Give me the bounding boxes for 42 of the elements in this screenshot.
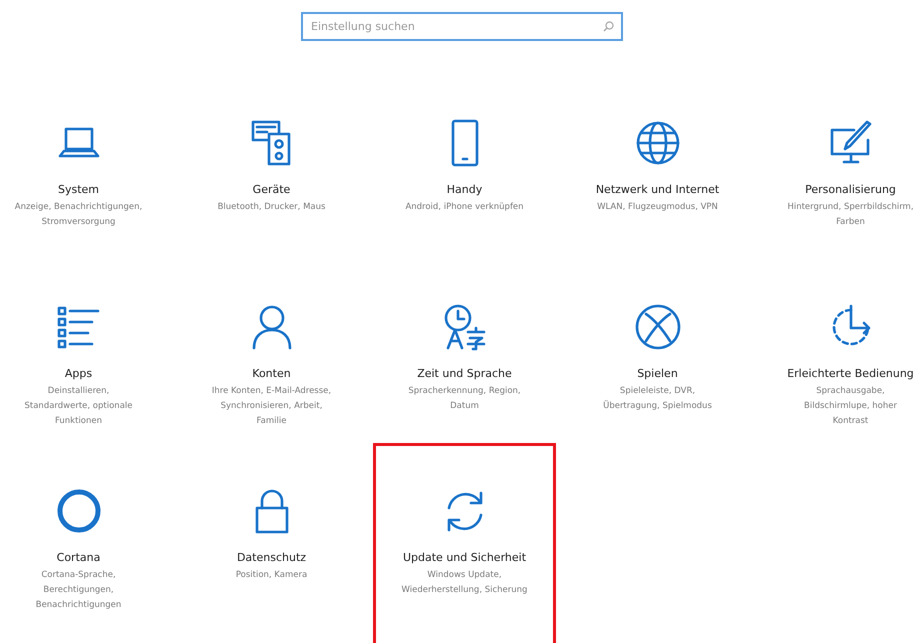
settings-tile[interactable]: Handy Android, iPhone verknüpfen (373, 75, 556, 259)
tile-description: WLAN, Flugzeugmodus, VPN (597, 200, 718, 214)
tile-description: Android, iPhone verknüpfen (405, 200, 524, 214)
settings-tile[interactable]: System Anzeige, Benachrichtigungen, Stromversorgung (0, 75, 170, 259)
settings-tile[interactable]: Update und Sicherheit Windows Update, Wiederherstellung, Sicherung (373, 443, 556, 643)
settings-tile[interactable]: Netzwerk und Internet WLAN, Flugzeugmodus, VPN (566, 75, 749, 259)
tile-description: Sprachausgabe, Bildschirmlupe, hoher Kontrast (803, 384, 898, 428)
tile-description: Hintergrund, Sperrbildschirm, Farben (786, 200, 914, 228)
tile-title: Apps (64, 366, 92, 382)
settings-tile[interactable]: Cortana Cortana-Sprache, Berechtigungen, Benachrichtigungen (0, 443, 170, 627)
tile-title: System (58, 182, 100, 198)
settings-tile[interactable]: Personalisierung Hintergrund, Sperrbildschirm, Farben (759, 75, 917, 259)
tile-title: Handy (446, 182, 482, 198)
search-icon[interactable] (603, 21, 614, 32)
settings-tile[interactable]: Datenschutz Position, Kamera (180, 443, 363, 627)
tile-description: Bluetooth, Drucker, Maus (218, 200, 326, 214)
search-field[interactable]: Einstellung suchen (301, 12, 623, 41)
tile-description: Cortana-Sprache, Berechtigungen, Benachrichtigungen (34, 568, 122, 612)
tile-description: Deinstallieren, Standardwerte, optionale Funktionen (24, 384, 134, 428)
settings-tile[interactable]: Konten Ihre Konten, E-Mail-Adresse, Synchronisieren, Arbeit, Familie (180, 259, 363, 443)
tile-description: Spieleleiste, DVR, Übertragung, Spielmodus (602, 384, 713, 412)
tile-title: Spielen (637, 366, 678, 382)
tile-description: Position, Kamera (236, 568, 308, 582)
tile-title: Erleichterte Bedienung (787, 366, 914, 382)
settings-tile[interactable]: Apps Deinstallieren, Standardwerte, optionale Funktionen (0, 259, 170, 443)
tile-title: Personalisierung (805, 182, 896, 198)
tile-title: Cortana (56, 550, 100, 566)
tile-title: Zeit und Sprache (417, 366, 512, 382)
settings-tile[interactable]: Geräte Bluetooth, Drucker, Maus (180, 75, 363, 259)
tile-title: Netzwerk und Internet (596, 182, 720, 198)
settings-tile[interactable]: Zeit und Sprache Spracherkennung, Region, Datum (373, 259, 556, 443)
tile-title: Konten (252, 366, 291, 382)
tile-title: Update und Sicherheit (402, 550, 526, 566)
xbox-icon (632, 302, 682, 352)
tile-description: Anzeige, Benachrichtigungen, Stromversorgung (14, 200, 142, 228)
tile-title: Datenschutz (236, 550, 306, 566)
tile-description: Windows Update, Wiederherstellung, Sicherung (400, 568, 528, 596)
tile-description: Ihre Konten, E-Mail-Adresse, Synchronisieren, Arbeit, Familie (210, 384, 332, 428)
settings-tile[interactable]: Spielen Spieleleiste, DVR, Übertragung, Spielmodus (566, 259, 749, 443)
tile-description: Spracherkennung, Region, Datum (407, 384, 522, 412)
settings-tile[interactable]: Erleichterte Bedienung Sprachausgabe, Bildschirmlupe, hoher Kontrast (759, 259, 917, 443)
tile-title: Geräte (252, 182, 290, 198)
